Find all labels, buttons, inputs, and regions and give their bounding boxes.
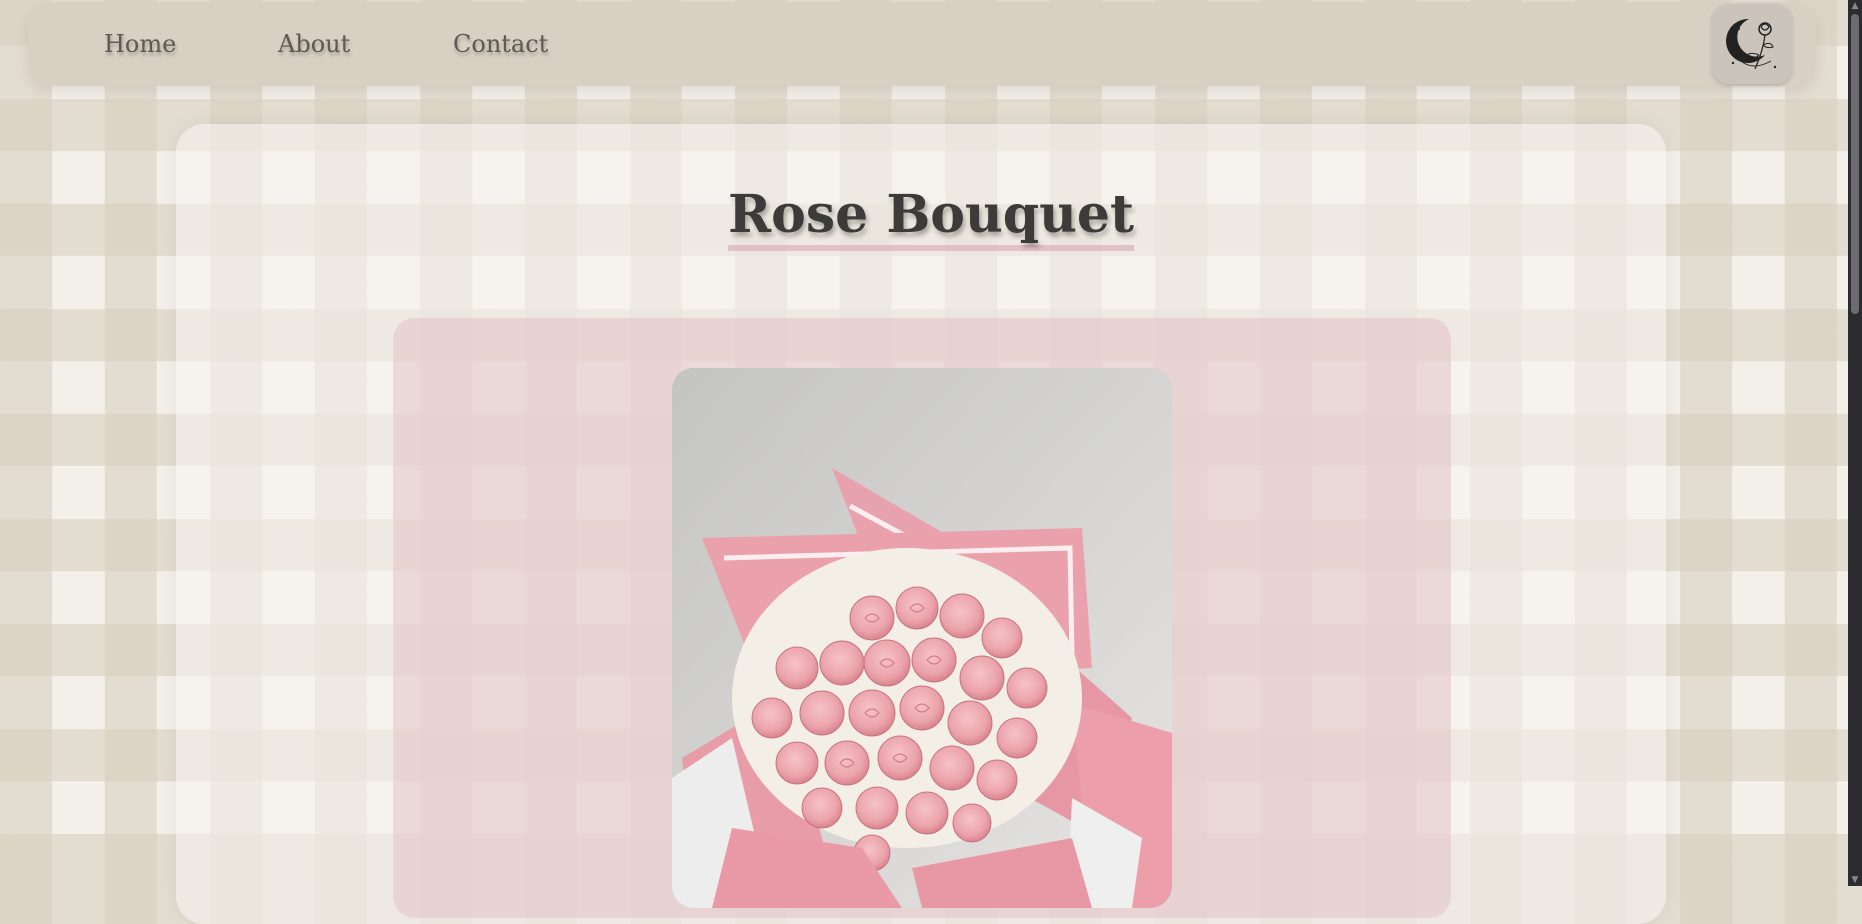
nav-link-contact[interactable]: Contact <box>453 30 548 58</box>
page-title-text: Rose Bouquet <box>727 186 1135 252</box>
scroll-up-arrow-icon[interactable]: ▲ <box>1848 0 1862 12</box>
page-title: Rose Bouquet <box>0 186 1862 252</box>
nav-link-home[interactable]: Home <box>104 30 176 58</box>
scrollbar-thumb[interactable] <box>1851 14 1859 314</box>
vertical-scrollbar[interactable]: ▲ ▼ <box>1848 0 1862 886</box>
moon-rose-logo-icon[interactable] <box>1712 4 1792 84</box>
nav-link-about[interactable]: About <box>278 30 350 58</box>
scroll-down-arrow-icon[interactable]: ▼ <box>1848 874 1862 886</box>
rose-bouquet-photo <box>672 368 1172 908</box>
top-navbar: Home About Contact <box>28 2 1816 86</box>
